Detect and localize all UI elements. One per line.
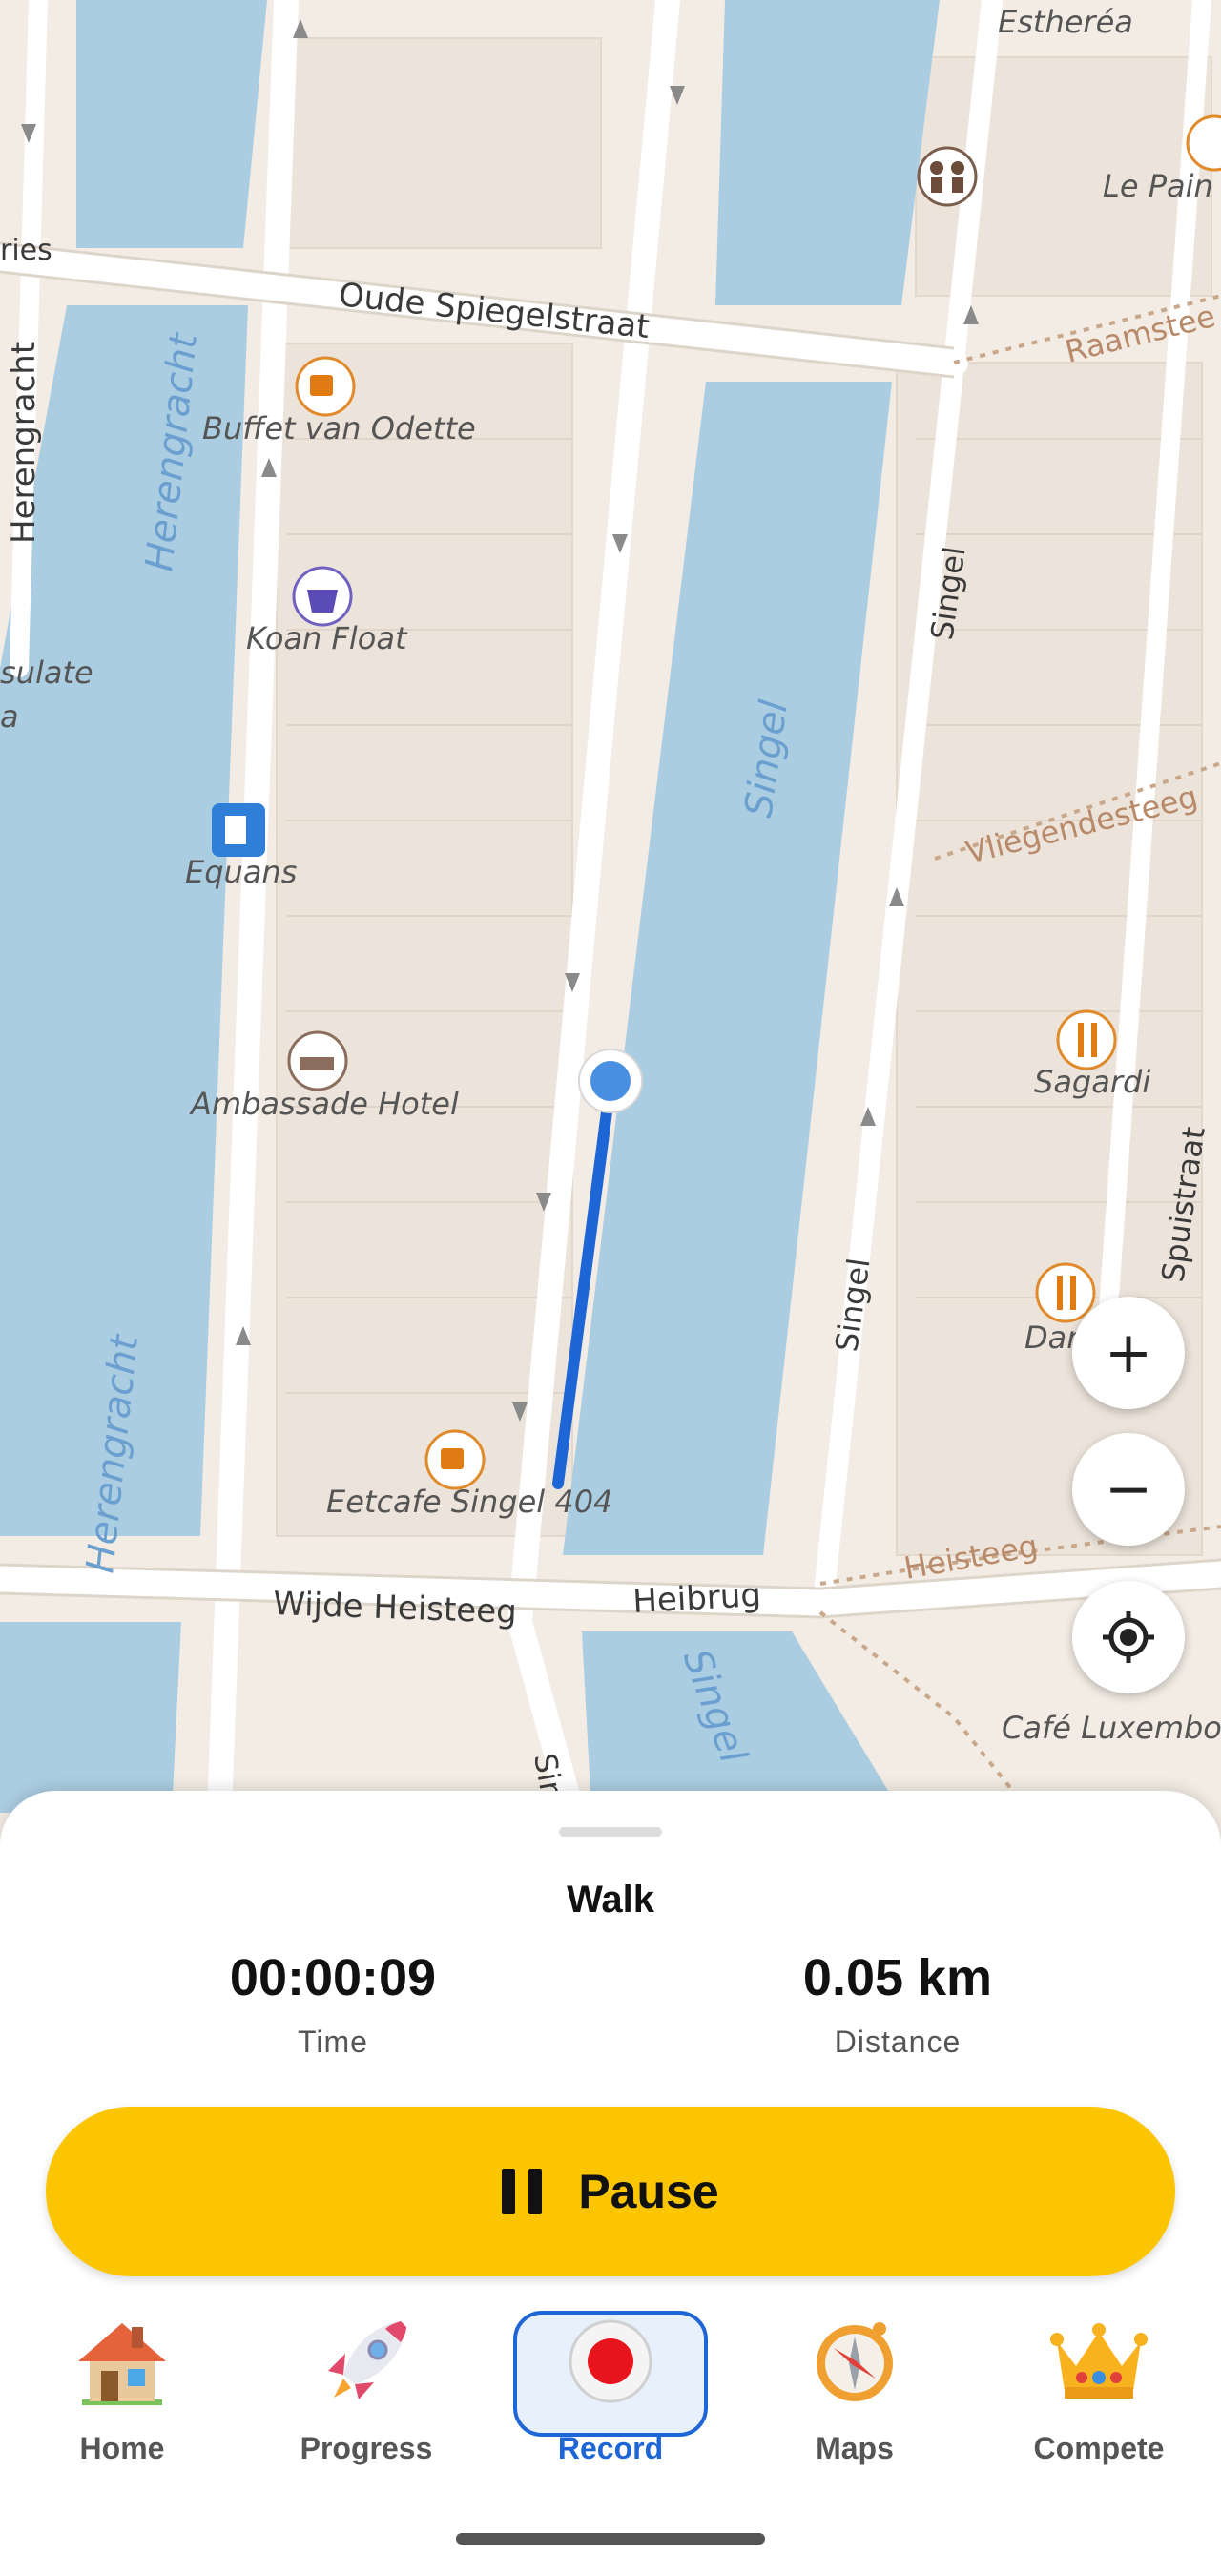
time-label: Time — [298, 2025, 368, 2059]
label-estherea: Estheréa — [998, 4, 1133, 40]
distance-value: 0.05 km — [802, 1949, 993, 2006]
label-heibrug: Heibrug — [631, 1576, 762, 1621]
nav-maps[interactable]: Maps — [759, 2309, 950, 2481]
pause-icon — [502, 2169, 543, 2214]
nav-progress-label: Progress — [300, 2431, 433, 2465]
label-ambassade: Ambassade Hotel — [189, 1086, 459, 1122]
rocket-icon — [309, 2309, 424, 2414]
minus-icon: − — [1104, 1456, 1153, 1523]
label-consulate: sulate — [0, 654, 93, 691]
distance-label: Distance — [834, 2025, 962, 2059]
recenter-button[interactable] — [1072, 1581, 1185, 1693]
map-view[interactable]: Estheréa Le Pain C Buffet van Odette Koa… — [0, 0, 1221, 1813]
label-cafe-luxembourg: Café Luxembou — [1002, 1710, 1221, 1746]
house-icon — [65, 2309, 179, 2414]
nav-maps-label: Maps — [816, 2431, 894, 2465]
time-value: 00:00:09 — [229, 1949, 437, 2006]
activity-type: Walk — [567, 1879, 654, 1921]
pause-label: Pause — [578, 2165, 719, 2218]
nav-home-label: Home — [79, 2431, 165, 2465]
label-equans: Equans — [185, 854, 297, 890]
zoom-out-button[interactable]: − — [1072, 1433, 1185, 1546]
sheet-handle[interactable] — [559, 1827, 662, 1837]
label-ries: ries — [0, 234, 52, 267]
label-sagardi: Sagardi — [1034, 1064, 1150, 1100]
home-indicator[interactable] — [456, 2533, 765, 2545]
compass-icon — [797, 2309, 912, 2414]
zoom-in-button[interactable]: + — [1072, 1297, 1185, 1409]
app-screen: Estheréa Le Pain C Buffet van Odette Koa… — [0, 0, 1221, 2576]
time-stat: 00:00:09 Time — [142, 1948, 524, 2060]
nav-home[interactable]: Home — [27, 2309, 217, 2481]
pause-button[interactable]: Pause — [46, 2107, 1175, 2276]
locate-icon — [1103, 1611, 1154, 1663]
label-consulate-2: a — [0, 698, 19, 735]
label-koan: Koan Float — [246, 620, 408, 656]
label-eetcafe: Eetcafe Singel 404 — [326, 1484, 612, 1520]
nav-record[interactable]: Record — [513, 2309, 708, 2481]
label-herengracht-street: Herengracht — [5, 342, 43, 544]
record-icon — [553, 2309, 668, 2414]
nav-compete[interactable]: Compete — [1004, 2309, 1194, 2481]
distance-stat: 0.05 km Distance — [707, 1948, 1088, 2060]
nav-progress[interactable]: Progress — [271, 2309, 462, 2481]
nav-compete-label: Compete — [1033, 2431, 1165, 2465]
crown-icon — [1042, 2309, 1156, 2414]
label-le-pain: Le Pain C — [1103, 168, 1221, 204]
plus-icon: + — [1104, 1319, 1153, 1386]
label-buffet: Buffet van Odette — [202, 410, 476, 447]
